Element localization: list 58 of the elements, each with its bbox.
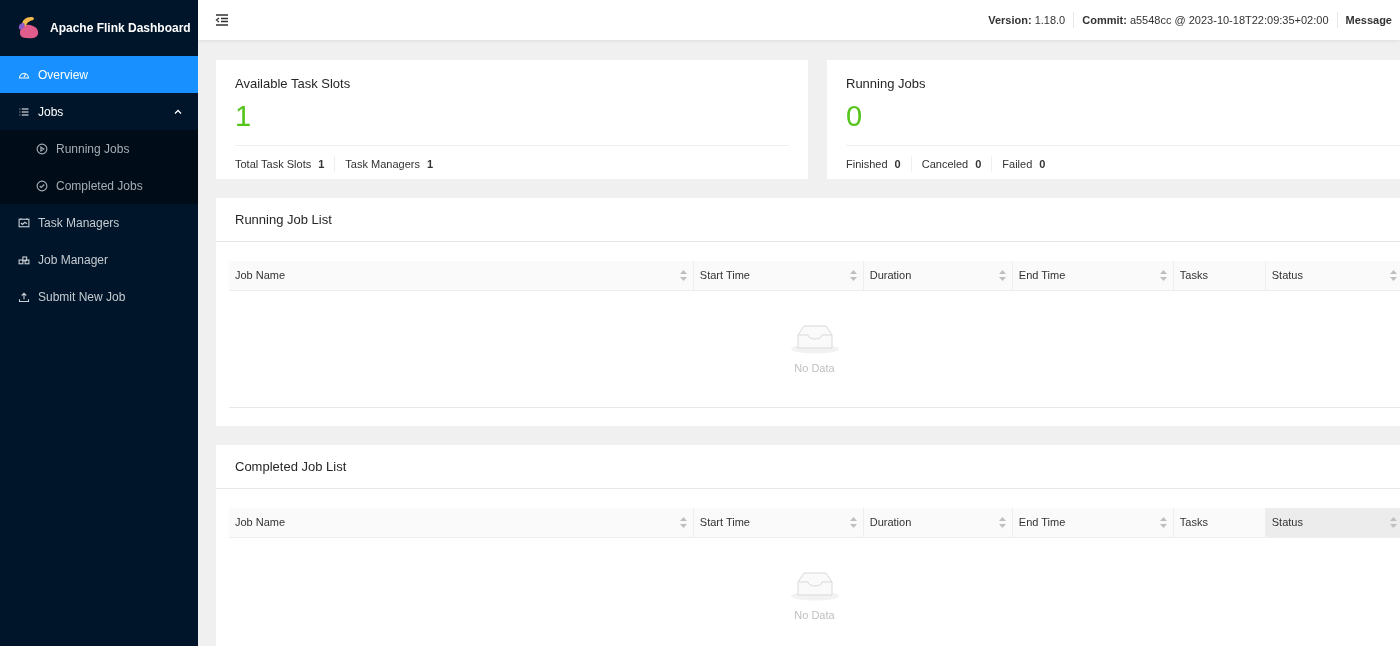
- nav-label: Submit New Job: [38, 288, 127, 306]
- nav-item[interactable]: Submit New Job: [0, 278, 198, 315]
- menu-fold-icon[interactable]: [215, 14, 229, 26]
- empty-text: No Data: [794, 607, 835, 623]
- column-header[interactable]: Tasks: [1172, 261, 1265, 290]
- calendar-icon: [18, 216, 30, 229]
- column-header[interactable]: Job Name: [229, 261, 693, 290]
- nav-label: Running Jobs: [56, 140, 131, 158]
- sort-icon[interactable]: [849, 270, 857, 281]
- nav-label: Completed Jobs: [56, 177, 144, 195]
- column-header[interactable]: Duration: [862, 508, 1012, 537]
- header-info: Commit: a5548cc @ 2023-10-18T22:09:35+02:00: [1073, 11, 1337, 29]
- column-header[interactable]: Start Time: [692, 508, 863, 537]
- column-header[interactable]: Status: [1264, 261, 1400, 290]
- card-title: Running Job List: [235, 210, 332, 229]
- play-circle-icon: [36, 142, 48, 155]
- stat-item: Task Managers 1: [334, 155, 444, 172]
- stat-value: 0: [846, 98, 864, 134]
- nav-item[interactable]: Job Manager: [0, 241, 198, 278]
- sort-icon[interactable]: [998, 517, 1006, 528]
- upload-icon: [18, 290, 30, 303]
- app-title: Apache Flink Dashboard: [50, 20, 191, 37]
- card-title: Completed Job List: [235, 457, 347, 476]
- nav-label: Overview: [38, 66, 89, 84]
- stat-item: Total Task Slots 1: [235, 156, 326, 172]
- nav-item[interactable]: Running Jobs: [0, 130, 198, 167]
- column-header[interactable]: End Time: [1011, 508, 1173, 537]
- nav-item[interactable]: Jobs: [0, 93, 198, 130]
- empty-text: No Data: [794, 360, 835, 376]
- stat-item: Canceled 0: [910, 155, 992, 172]
- stat-item: Failed 0: [991, 155, 1056, 172]
- stat-value: 1: [235, 98, 253, 134]
- nav-item[interactable]: Task Managers: [0, 204, 198, 241]
- stat-item: Finished 0: [846, 156, 902, 172]
- column-header[interactable]: Start Time: [692, 261, 863, 290]
- card-title: Available Task Slots: [235, 75, 352, 93]
- header-info: Message: [1336, 11, 1400, 29]
- column-header[interactable]: End Time: [1011, 261, 1173, 290]
- check-circle-icon: [36, 179, 48, 192]
- column-header[interactable]: Job Name: [229, 508, 693, 537]
- nav-label: Task Managers: [38, 214, 121, 232]
- sort-icon[interactable]: [679, 270, 687, 281]
- cluster-icon: [18, 253, 30, 266]
- column-header[interactable]: Duration: [862, 261, 1012, 290]
- nav-label: Jobs: [38, 103, 65, 121]
- column-header[interactable]: Status: [1264, 508, 1400, 537]
- sort-icon[interactable]: [1159, 270, 1167, 281]
- column-header[interactable]: Tasks: [1172, 508, 1265, 537]
- sort-icon[interactable]: [1390, 270, 1397, 281]
- nav-item[interactable]: Completed Jobs: [0, 167, 198, 204]
- card-title: Running Jobs: [846, 75, 927, 93]
- sort-icon[interactable]: [998, 270, 1006, 281]
- header-info: Version: 1.18.0: [987, 12, 1067, 28]
- nav-label: Job Manager: [38, 251, 110, 269]
- sort-icon[interactable]: [849, 517, 857, 528]
- sort-icon[interactable]: [1390, 517, 1397, 528]
- sort-icon[interactable]: [679, 517, 687, 528]
- sort-icon[interactable]: [1159, 517, 1167, 528]
